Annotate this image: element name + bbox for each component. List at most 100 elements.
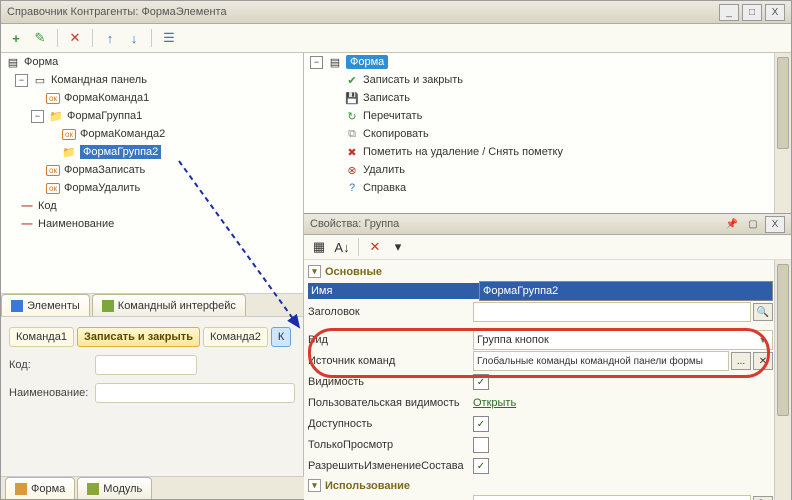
scrollbar[interactable] bbox=[774, 260, 791, 500]
tree-root-form[interactable]: ▤ Форма bbox=[1, 53, 303, 71]
prop-kind-dropdown[interactable]: Группа кнопок▼ bbox=[473, 330, 773, 350]
dropdown-icon[interactable]: ▾ bbox=[388, 237, 408, 257]
module-tab-icon bbox=[87, 483, 99, 495]
ok-badge-icon: ок bbox=[45, 91, 61, 105]
preview-naim-input[interactable] bbox=[95, 383, 295, 403]
tree-form-save[interactable]: ок ФормаЗаписать bbox=[1, 161, 303, 179]
search-button[interactable]: 🔍 bbox=[753, 496, 773, 500]
prop-label: ТолькоПросмотр bbox=[308, 439, 473, 451]
checkbox[interactable]: ✓ bbox=[473, 374, 489, 390]
rt-copy[interactable]: ⧉ Скопировать bbox=[304, 125, 775, 143]
tree-command-panel[interactable]: − ▭ Командная панель bbox=[1, 71, 303, 89]
pin-icon[interactable]: 📌 bbox=[723, 217, 741, 232]
reread-icon: ↻ bbox=[344, 109, 360, 123]
prop-hint-value[interactable] bbox=[473, 495, 751, 500]
tree-label: Справка bbox=[363, 182, 406, 194]
cmd-interface-tab-icon bbox=[102, 300, 114, 312]
window-title: Справочник Контрагенты: ФормаЭлемента bbox=[7, 6, 227, 18]
prop-allow-change-row[interactable]: РазрешитьИзменениеСостава ✓ bbox=[308, 456, 773, 476]
rt-help[interactable]: ? Справка bbox=[304, 179, 775, 197]
rt-save-close[interactable]: ✔ Записать и закрыть bbox=[304, 71, 775, 89]
prop-visibility-row[interactable]: Видимость ✓ bbox=[308, 372, 773, 392]
window-titlebar: Справочник Контрагенты: ФормаЭлемента _ … bbox=[1, 1, 791, 24]
alphabetic-view-icon[interactable]: A↓ bbox=[332, 237, 352, 257]
preview-save-close-button[interactable]: Записать и закрыть bbox=[77, 327, 200, 347]
group-main[interactable]: ▾ Основные bbox=[308, 265, 773, 278]
prop-command-source-row[interactable]: Источник команд Глобальные команды коман… bbox=[308, 351, 773, 371]
prop-hint-row[interactable]: Подсказка 🔍 bbox=[308, 495, 773, 500]
prop-name-row[interactable]: Имя ФормаГруппа2 bbox=[308, 281, 773, 301]
form-icon: ▤ bbox=[327, 55, 343, 69]
preview-naim-row: Наименование: bbox=[9, 383, 295, 403]
edit-icon[interactable]: ✎ bbox=[30, 28, 50, 48]
rt-mark-delete[interactable]: ✖ Пометить на удаление / Снять пометку bbox=[304, 143, 775, 161]
prop-user-visibility-row[interactable]: Пользовательская видимость Открыть bbox=[308, 393, 773, 413]
chevron-down-icon[interactable]: ▼ bbox=[756, 333, 770, 347]
group-usage[interactable]: ▾ Использование bbox=[308, 479, 773, 492]
minimize-button[interactable]: _ bbox=[719, 4, 739, 21]
tab-command-interface[interactable]: Командный интерфейс bbox=[92, 294, 246, 316]
prop-readonly-row[interactable]: ТолькоПросмотр bbox=[308, 435, 773, 455]
thumbview-icon[interactable]: ▢ bbox=[744, 217, 762, 232]
properties-body[interactable]: ▾ Основные Имя ФормаГруппа2 Заголовок 🔍 … bbox=[304, 260, 791, 500]
categorized-view-icon[interactable]: ▦ bbox=[309, 237, 329, 257]
delete-icon: ⊗ bbox=[344, 163, 360, 177]
open-link[interactable]: Открыть bbox=[473, 397, 516, 409]
tree-form-command1[interactable]: ок ФормаКоманда1 bbox=[1, 89, 303, 107]
scrollbar[interactable] bbox=[774, 53, 791, 213]
prop-accessibility-row[interactable]: Доступность ✓ bbox=[308, 414, 773, 434]
scrollbar-thumb[interactable] bbox=[777, 264, 789, 416]
prop-kind-row[interactable]: Вид Группа кнопок▼ bbox=[308, 330, 773, 350]
field-icon: — bbox=[19, 199, 35, 213]
add-icon[interactable]: + bbox=[6, 28, 26, 48]
collapse-toggle[interactable]: − bbox=[15, 74, 28, 87]
preview-kod-row: Код: bbox=[9, 355, 295, 375]
bottom-tabs: Форма Модуль bbox=[1, 476, 307, 499]
elements-tree[interactable]: ▤ Форма − ▭ Командная панель ок ФормаКом… bbox=[1, 53, 303, 293]
tree-kod[interactable]: — Код bbox=[1, 197, 303, 215]
preview-more-button[interactable]: К bbox=[271, 327, 291, 347]
properties-icon[interactable]: ☰ bbox=[159, 28, 179, 48]
maximize-button[interactable]: □ bbox=[742, 4, 762, 21]
collapse-toggle[interactable]: − bbox=[310, 56, 323, 69]
prop-command-source-value[interactable]: Глобальные команды командной панели форм… bbox=[473, 351, 729, 371]
tab-module[interactable]: Модуль bbox=[77, 477, 152, 499]
prop-title-row[interactable]: Заголовок 🔍 bbox=[308, 302, 773, 322]
search-button[interactable]: 🔍 bbox=[753, 303, 773, 321]
tab-form[interactable]: Форма bbox=[5, 477, 75, 499]
tree-form-group2[interactable]: 📁 ФормаГруппа2 bbox=[1, 143, 303, 161]
collapse-toggle[interactable]: ▾ bbox=[308, 265, 321, 278]
checkbox[interactable]: ✓ bbox=[473, 458, 489, 474]
preview-command2-button[interactable]: Команда2 bbox=[203, 327, 268, 347]
prop-name-value[interactable]: ФормаГруппа2 bbox=[479, 281, 773, 301]
collapse-toggle[interactable]: − bbox=[31, 110, 44, 123]
clear-icon[interactable]: ✕ bbox=[365, 237, 385, 257]
tree-form-group1[interactable]: − 📁 ФормаГруппа1 bbox=[1, 107, 303, 125]
left-panel: ▤ Форма − ▭ Командная панель ок ФормаКом… bbox=[1, 53, 304, 499]
rt-delete[interactable]: ⊗ Удалить bbox=[304, 161, 775, 179]
collapse-toggle[interactable]: ▾ bbox=[308, 479, 321, 492]
tree-naimenovanie[interactable]: — Наименование bbox=[1, 215, 303, 233]
tree-form-delete[interactable]: ок ФормаУдалить bbox=[1, 179, 303, 197]
clear-button[interactable]: ✕ bbox=[753, 352, 773, 370]
scrollbar-thumb[interactable] bbox=[777, 57, 789, 149]
checkbox[interactable] bbox=[473, 437, 489, 453]
preview-kod-input[interactable] bbox=[95, 355, 197, 375]
ellipsis-button[interactable]: ... bbox=[731, 352, 751, 370]
tab-elements[interactable]: Элементы bbox=[1, 294, 90, 316]
form-commands-tree[interactable]: − ▤ Форма ✔ Записать и закрыть 💾 Записат… bbox=[304, 53, 791, 213]
tree-label: Перечитать bbox=[363, 110, 422, 122]
up-arrow-icon[interactable]: ↑ bbox=[100, 28, 120, 48]
preview-command1-button[interactable]: Команда1 bbox=[9, 327, 74, 347]
tree-form-command2[interactable]: ок ФормаКоманда2 bbox=[1, 125, 303, 143]
checkbox[interactable]: ✓ bbox=[473, 416, 489, 432]
rt-save[interactable]: 💾 Записать bbox=[304, 89, 775, 107]
properties-close-button[interactable]: X bbox=[765, 216, 785, 233]
rt-form[interactable]: − ▤ Форма bbox=[304, 53, 775, 71]
prop-title-value[interactable] bbox=[473, 302, 751, 322]
mark-delete-icon: ✖ bbox=[344, 145, 360, 159]
down-arrow-icon[interactable]: ↓ bbox=[124, 28, 144, 48]
close-button[interactable]: X bbox=[765, 4, 785, 21]
delete-icon[interactable]: ✕ bbox=[65, 28, 85, 48]
rt-reread[interactable]: ↻ Перечитать bbox=[304, 107, 775, 125]
